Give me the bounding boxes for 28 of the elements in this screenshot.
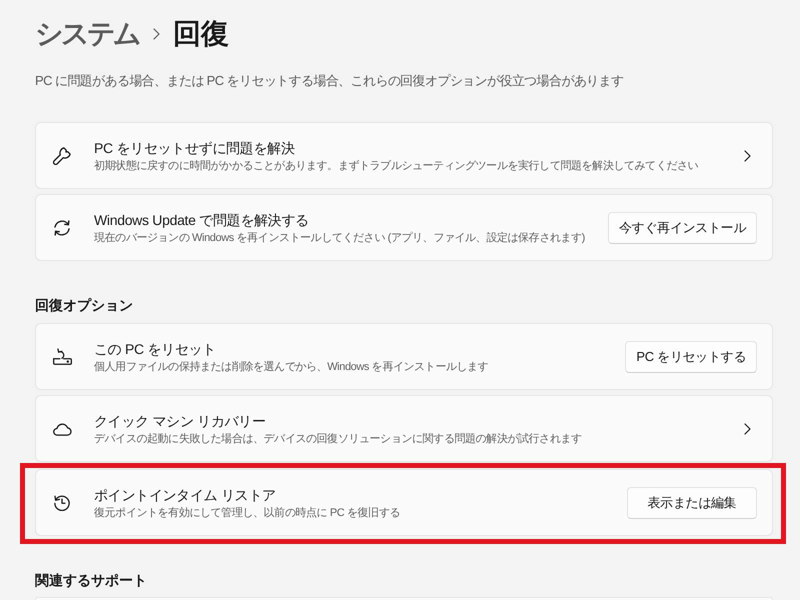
setting-card[interactable]: PC をリセットせずに問題を解決 初期状態に戻すのに時間がかかることがあります。まずトラブルシューティングツールを実行して問題を解決してみてください	[35, 122, 773, 189]
card-description: 復元ポイントを有効にして管理し、以前の時点に PC を復旧する	[94, 506, 400, 520]
wrench-icon	[53, 146, 71, 164]
section-heading: 回復オプション	[35, 296, 134, 315]
sync-icon	[54, 220, 70, 236]
card-title: ポイントインタイム リストア	[94, 486, 276, 504]
action-button[interactable]: 表示または編集	[627, 486, 757, 518]
chevron-right-icon	[153, 28, 160, 40]
section-heading: 関連するサポート	[35, 571, 148, 590]
page-title: 回復	[173, 17, 229, 51]
breadcrumb-link[interactable]: システム	[35, 14, 139, 54]
chevron-right-icon	[744, 150, 751, 162]
card-description: デバイスの起動に失敗した場合は、デバイスの回復ソリューションに関する問題の解決が試行されます	[94, 432, 582, 446]
card-description: 現在のバージョンの Windows を再インストールしてください (アプリ、ファイル、設定は保存されます)	[94, 230, 585, 246]
setting-card[interactable]: クイック マシン リカバリー デバイスの起動に失敗した場合は、デバイスの回復ソリューションに関する問題の解決が試行されます	[35, 395, 773, 462]
card-description: 個人用ファイルの保持または削除を選んでから、Windows を再インストールします	[94, 360, 488, 374]
action-button[interactable]: PC をリセットする	[625, 340, 757, 372]
card-title: この PC をリセット	[94, 340, 216, 358]
page-description: PC に問題がある場合、または PC をリセットする場合、これらの回復オプションが役立つ場合があります	[35, 72, 624, 90]
card-title: クイック マシン リカバリー	[94, 412, 266, 430]
card-description: 初期状態に戻すのに時間がかかることがあります。まずトラブルシューティングツールを実行して問題を解決してみてください	[94, 158, 698, 174]
cloud-icon	[52, 422, 72, 436]
card-title: PC をリセットせずに問題を解決	[94, 138, 295, 158]
chevron-right-icon	[744, 422, 751, 434]
tray-with-arrow-icon	[52, 348, 72, 365]
history-icon	[54, 494, 70, 510]
card-title: Windows Update で問題を解決する	[94, 210, 309, 230]
action-button[interactable]: 今すぐ再インストール	[608, 212, 757, 244]
